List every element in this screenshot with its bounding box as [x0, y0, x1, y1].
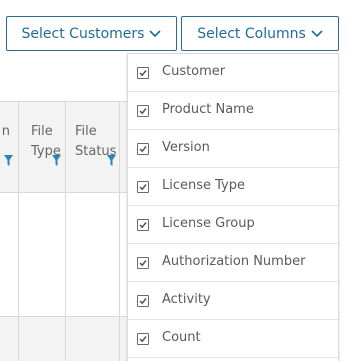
select-columns-label: Select Columns — [197, 26, 306, 42]
menu-item-activity[interactable]: Activity — [128, 282, 338, 320]
table-row — [0, 317, 130, 361]
column-divider — [65, 193, 66, 316]
checkbox-checked-icon[interactable] — [137, 181, 149, 193]
checkbox-checked-icon[interactable] — [137, 219, 149, 231]
checkbox-checked-icon[interactable] — [137, 333, 149, 345]
column-header-label: n — [1, 124, 10, 139]
filter-funnel-icon[interactable] — [52, 153, 61, 173]
page: Select Customers Select Columns n File T… — [0, 0, 364, 361]
columns-dropdown-menu: Customer Product Name Version License Ty… — [127, 53, 339, 361]
column-header[interactable]: File Type — [19, 102, 66, 192]
column-header[interactable]: File Status — [66, 102, 120, 192]
table-row — [0, 193, 130, 317]
menu-item-customer[interactable]: Customer — [128, 54, 338, 92]
menu-item-authorization-number[interactable]: Authorization Number — [128, 244, 338, 282]
data-table: n File Type File Status — [0, 101, 130, 361]
chevron-down-icon — [149, 30, 162, 38]
filter-funnel-icon[interactable] — [107, 153, 116, 173]
table-header-row: n File Type File Status — [0, 101, 130, 193]
checkbox-checked-icon[interactable] — [137, 257, 149, 269]
menu-item-label: Customer — [162, 64, 226, 79]
column-header[interactable]: n — [0, 102, 19, 192]
column-divider — [18, 317, 19, 361]
menu-item-label: Authorization Number — [162, 254, 306, 269]
menu-item-label: Product Name — [162, 102, 254, 117]
filter-funnel-icon[interactable] — [4, 153, 13, 173]
menu-item-label: License Type — [162, 178, 246, 193]
menu-item-license-group[interactable]: License Group — [128, 206, 338, 244]
select-customers-label: Select Customers — [21, 26, 145, 42]
select-customers-button[interactable]: Select Customers — [6, 16, 177, 51]
chevron-down-icon — [311, 30, 323, 38]
menu-item-license-type[interactable]: License Type — [128, 168, 338, 206]
menu-item-label: Activity — [162, 292, 211, 307]
menu-item-product-name[interactable]: Product Name — [128, 92, 338, 130]
checkbox-checked-icon[interactable] — [137, 67, 149, 79]
checkbox-checked-icon[interactable] — [137, 105, 149, 117]
select-columns-button[interactable]: Select Columns — [181, 16, 339, 51]
menu-item-label: Count — [162, 330, 201, 345]
checkbox-checked-icon[interactable] — [137, 143, 149, 155]
column-divider — [119, 193, 120, 316]
column-divider — [119, 317, 120, 361]
column-divider — [18, 193, 19, 316]
menu-item-label: Version — [162, 140, 210, 155]
checkbox-checked-icon[interactable] — [137, 295, 149, 307]
menu-item-label: License Group — [162, 216, 255, 231]
menu-item-count[interactable]: Count — [128, 320, 338, 358]
column-divider — [65, 317, 66, 361]
menu-item-version[interactable]: Version — [128, 130, 338, 168]
